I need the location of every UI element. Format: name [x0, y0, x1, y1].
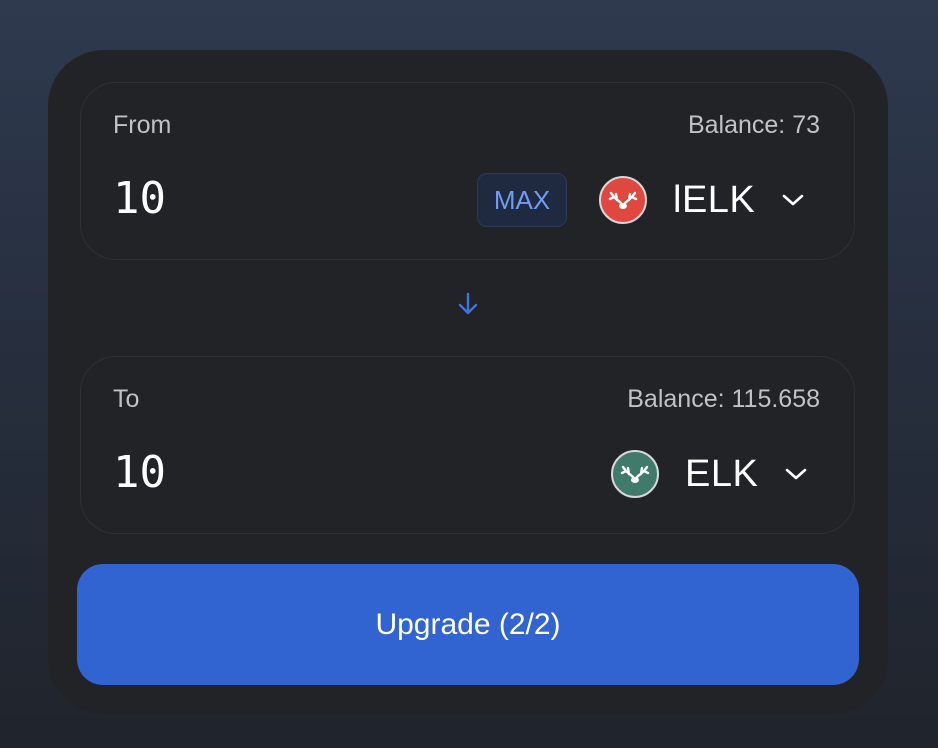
from-balance: Balance: 73 — [687, 111, 820, 139]
to-label: To — [113, 385, 140, 413]
chevron-down-icon — [784, 467, 808, 481]
to-token-name: ELK — [685, 452, 759, 495]
chevron-down-icon — [781, 193, 805, 207]
to-panel: To Balance: 115.658 10 ELK — [80, 356, 855, 534]
from-label: From — [113, 111, 172, 139]
upgrade-card: From Balance: 73 10 MAX lELK To Balance:… — [48, 50, 888, 714]
from-amount-input[interactable]: 10 — [113, 171, 373, 227]
to-amount-output: 10 — [113, 447, 166, 498]
from-panel: From Balance: 73 10 MAX lELK — [80, 82, 855, 260]
to-token-selector[interactable]: ELK — [611, 447, 808, 501]
arrow-down-icon — [455, 290, 481, 318]
elk-token-icon — [611, 450, 659, 498]
upgrade-button[interactable]: Upgrade (2/2) — [77, 564, 859, 685]
lelk-token-icon — [599, 176, 647, 224]
from-token-selector[interactable]: lELK — [599, 173, 805, 227]
max-button[interactable]: MAX — [477, 173, 567, 227]
from-token-name: lELK — [673, 178, 756, 221]
to-balance: Balance: 115.658 — [627, 385, 820, 413]
